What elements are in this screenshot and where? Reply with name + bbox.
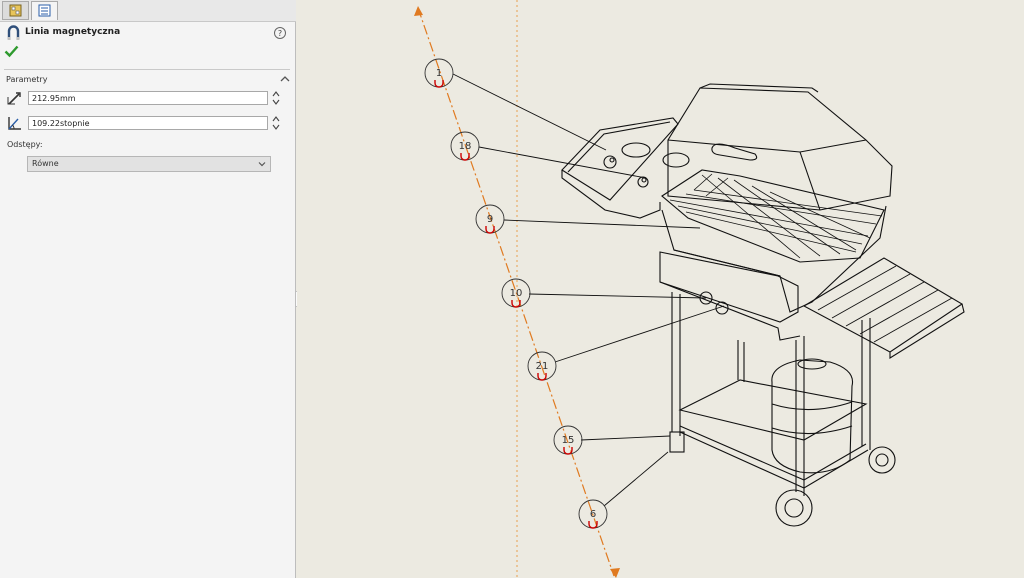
graphics-area[interactable]: 1 18 9 10 21 15 6 xyxy=(297,0,1024,578)
help-icon[interactable]: ? xyxy=(274,27,286,39)
angle-icon xyxy=(8,117,21,130)
svg-text:18: 18 xyxy=(459,141,472,152)
svg-text:1: 1 xyxy=(436,68,442,79)
spacing-label: Odstępy: xyxy=(7,140,43,149)
angle-spinner[interactable] xyxy=(271,115,281,131)
svg-text:21: 21 xyxy=(536,361,549,372)
svg-text:6: 6 xyxy=(590,509,596,520)
separator xyxy=(4,69,290,70)
panel-tab-bar xyxy=(0,0,296,22)
magnet-line-icon xyxy=(7,25,20,40)
spacing-select[interactable]: Równe xyxy=(27,156,271,172)
tab-feature-manager[interactable] xyxy=(2,1,29,20)
length-input[interactable] xyxy=(28,91,268,105)
collapse-chevron-icon[interactable] xyxy=(279,73,291,85)
property-manager-icon xyxy=(38,4,51,17)
svg-text:15: 15 xyxy=(562,435,575,446)
svg-text:10: 10 xyxy=(510,288,523,299)
ok-checkmark-icon[interactable] xyxy=(4,44,19,58)
property-manager-panel: Linia magnetyczna ? Parametry Odstępy: R… xyxy=(0,0,296,578)
length-icon xyxy=(7,92,21,105)
parameters-group-title: Parametry xyxy=(6,75,48,84)
angle-input[interactable] xyxy=(28,116,268,130)
canvas-background xyxy=(297,0,1024,578)
tab-property-manager[interactable] xyxy=(31,1,58,20)
length-spinner[interactable] xyxy=(271,90,281,106)
panel-title: Linia magnetyczna xyxy=(25,27,121,37)
svg-text:9: 9 xyxy=(487,214,493,225)
chevron-down-icon xyxy=(258,162,266,167)
spacing-selected-value: Równe xyxy=(32,159,59,168)
feature-manager-icon xyxy=(9,4,22,17)
